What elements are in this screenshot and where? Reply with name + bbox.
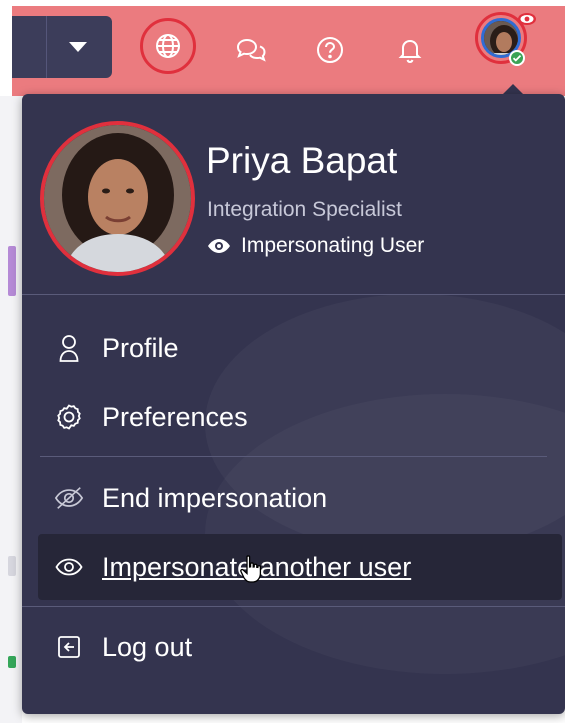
menu-item-logout[interactable]: Log out xyxy=(38,614,546,680)
person-icon xyxy=(54,333,84,363)
impersonation-status: Impersonating User xyxy=(207,234,424,258)
impersonation-eye-icon xyxy=(518,13,536,25)
eye-slash-icon xyxy=(54,483,84,513)
user-name: Priya Bapat xyxy=(206,140,398,181)
background-page xyxy=(0,96,22,723)
user-avatar xyxy=(40,121,195,276)
bell-icon[interactable] xyxy=(382,22,438,78)
search-divider xyxy=(46,16,47,78)
caret-down-icon[interactable] xyxy=(69,42,87,52)
menu-item-label: Preferences xyxy=(102,401,248,432)
online-status-icon xyxy=(509,50,525,66)
hand-cursor-icon xyxy=(240,555,262,583)
menu-item-label: Profile xyxy=(102,332,179,363)
header-divider xyxy=(22,294,565,295)
menu-item-end-impersonation[interactable]: End impersonation xyxy=(38,465,546,531)
menu-item-label: Log out xyxy=(102,631,193,662)
menu-item-profile[interactable]: Profile xyxy=(38,315,546,381)
logout-icon xyxy=(54,632,84,662)
menu-item-impersonate-another[interactable]: Impersonate another user xyxy=(38,534,562,600)
user-menu-panel: Priya Bapat Integration Specialist Imper… xyxy=(22,94,565,714)
menu-item-preferences[interactable]: Preferences xyxy=(38,384,546,450)
chat-icon[interactable] xyxy=(222,22,278,78)
menu-divider xyxy=(22,606,565,607)
gear-icon xyxy=(54,402,84,432)
menu-divider xyxy=(40,456,547,457)
menu-item-label: End impersonation xyxy=(102,482,328,513)
globe-icon[interactable] xyxy=(140,18,196,74)
search-scope-dropdown[interactable] xyxy=(12,16,112,78)
eye-icon xyxy=(54,552,84,582)
help-icon[interactable] xyxy=(302,22,358,78)
app-screen: Priya Bapat Integration Specialist Imper… xyxy=(0,0,565,723)
eye-icon xyxy=(208,239,230,253)
user-role: Integration Specialist xyxy=(207,198,402,221)
impersonation-status-label: Impersonating User xyxy=(241,234,425,257)
